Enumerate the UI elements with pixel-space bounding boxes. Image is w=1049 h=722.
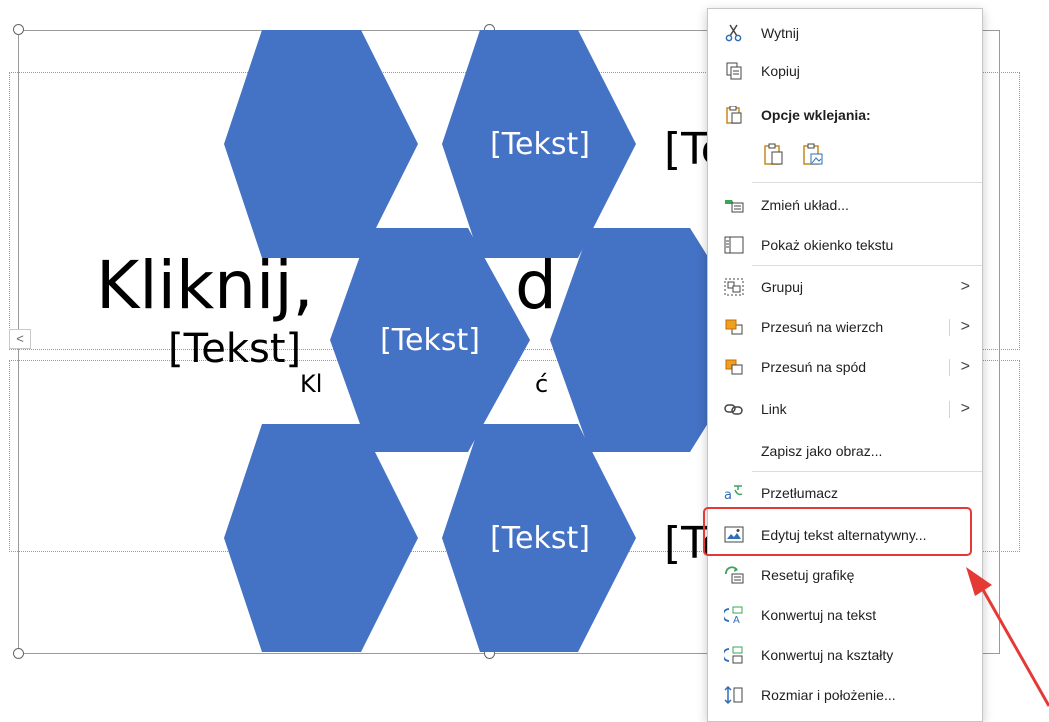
menu-item-label: Opcje wklejania: [761, 107, 871, 123]
menu-item-label: Resetuj grafikę [761, 567, 855, 583]
menu-item-send-to-back[interactable]: Przesuń na spód > [708, 347, 982, 387]
hexagon-label: [Tekst] [380, 323, 480, 358]
text-pane-icon [724, 236, 744, 254]
convert-to-text-icon: A [722, 606, 744, 626]
chevron-right-icon[interactable]: > [961, 389, 970, 429]
menu-item-convert-to-shapes[interactable]: Konwertuj na kształty [708, 635, 982, 675]
chevron-right-icon[interactable]: > [961, 307, 970, 347]
size-position-icon [724, 685, 744, 705]
svg-text:A: A [733, 615, 740, 624]
menu-item-label: Przesuń na spód [761, 359, 867, 375]
chevron-right-icon[interactable]: > [961, 347, 970, 387]
split-divider [949, 359, 950, 376]
menu-item-label: Rozmiar i położenie... [761, 687, 896, 703]
highlight-box [703, 507, 972, 556]
split-divider [949, 401, 950, 418]
hexagon-shape[interactable] [224, 424, 418, 652]
group-icon [724, 278, 744, 296]
menu-item-change-layout[interactable]: Zmień układ... [708, 185, 982, 225]
convert-to-shapes-icon [722, 646, 744, 664]
scissors-icon [724, 24, 744, 42]
hexagon-label: [Tekst] [490, 127, 590, 162]
menu-item-paste-options: Opcje wklejania: [708, 95, 982, 135]
menu-item-label: Kopiuj [761, 63, 800, 79]
send-to-back-icon [724, 358, 744, 376]
split-divider [949, 319, 950, 336]
menu-item-link[interactable]: Link > [708, 389, 982, 429]
menu-item-save-as-picture[interactable]: Zapisz jako obraz... [708, 431, 982, 471]
menu-item-group[interactable]: Grupuj > [708, 267, 982, 307]
chevron-right-icon[interactable]: > [961, 267, 970, 307]
paste-keep-formatting-icon[interactable] [761, 142, 787, 168]
menu-separator [752, 265, 982, 266]
menu-item-label: Wytnij [761, 25, 799, 41]
menu-item-label: Konwertuj na tekst [761, 607, 877, 623]
paste-as-picture-icon[interactable] [800, 142, 826, 168]
context-menu: Wytnij Kopiuj Opcje wklejania: Zmień ukł… [707, 8, 983, 722]
menu-item-show-text-pane[interactable]: Pokaż okienko tekstu [708, 225, 982, 265]
clipboard-icon [724, 105, 744, 124]
menu-item-label: Konwertuj na kształty [761, 647, 894, 663]
hexagon-shape[interactable] [550, 228, 710, 452]
bring-to-front-icon [724, 318, 744, 336]
svg-text:a: a [724, 488, 732, 502]
hexagon-shape[interactable] [224, 30, 418, 258]
translate-icon: a [724, 484, 744, 503]
menu-item-reset-graphic[interactable]: Resetuj grafikę [708, 555, 982, 595]
side-label: [Tekst] [168, 326, 301, 372]
menu-separator [752, 182, 982, 183]
menu-item-copy[interactable]: Kopiuj [708, 51, 982, 91]
reset-graphic-icon [724, 566, 744, 584]
change-layout-icon [724, 196, 744, 214]
menu-item-convert-to-text[interactable]: A Konwertuj na tekst [708, 595, 982, 635]
menu-separator [752, 471, 982, 472]
menu-item-label: Zapisz jako obraz... [761, 443, 883, 459]
menu-item-cut[interactable]: Wytnij [708, 13, 982, 53]
menu-item-label: Grupuj [761, 279, 804, 295]
link-icon [724, 400, 744, 418]
menu-item-size-and-position[interactable]: Rozmiar i położenie... [708, 675, 982, 715]
menu-item-label: Zmień układ... [761, 197, 849, 213]
menu-item-label: Link [761, 401, 787, 417]
hexagon-label: [Tekst] [490, 521, 590, 556]
menu-item-bring-to-front[interactable]: Przesuń na wierzch > [708, 307, 982, 347]
menu-item-label: Pokaż okienko tekstu [761, 237, 894, 253]
copy-icon [724, 62, 744, 80]
menu-item-label: Przesuń na wierzch [761, 319, 884, 335]
